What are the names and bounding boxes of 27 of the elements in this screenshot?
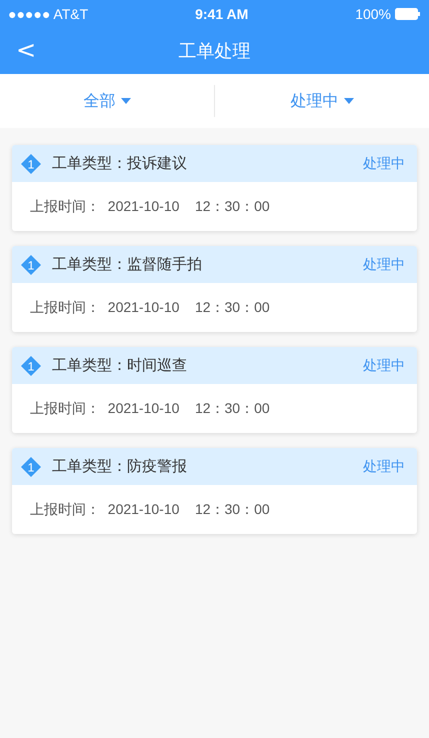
order-type: 工单类型：投诉建议 xyxy=(52,154,188,173)
order-card[interactable]: 1 工单类型：监督随手拍 处理中 上报时间： 2021-10-10 12：30：00 xyxy=(12,246,417,332)
battery-percent: 100% xyxy=(355,6,391,22)
carrier-text: ●●●●● AT&T xyxy=(8,6,88,22)
order-status: 处理中 xyxy=(363,356,405,374)
clock-text: 9:41 AM xyxy=(195,6,248,22)
order-status: 处理中 xyxy=(363,256,405,274)
order-type: 工单类型：监督随手拍 xyxy=(52,255,203,274)
caret-icon xyxy=(120,98,130,104)
report-time: 上报时间： 2021-10-10 12：30：00 xyxy=(30,400,270,418)
order-status: 处理中 xyxy=(363,154,405,172)
number-badge: 1 xyxy=(20,456,42,478)
battery-icon xyxy=(395,8,421,20)
number-badge: 1 xyxy=(20,152,42,174)
order-status: 处理中 xyxy=(363,458,405,476)
report-time: 上报时间： 2021-10-10 12：30：00 xyxy=(30,298,270,316)
number-badge: 1 xyxy=(20,354,42,376)
order-type: 工单类型：防疫警报 xyxy=(52,457,188,476)
report-time: 上报时间： 2021-10-10 12：30：00 xyxy=(30,198,270,216)
order-type: 工单类型：时间巡查 xyxy=(52,356,188,375)
order-card[interactable]: 1 工单类型：防疫警报 处理中 上报时间： 2021-10-10 12：30：00 xyxy=(12,448,417,534)
order-card[interactable]: 1 工单类型：投诉建议 处理中 上报时间： 2021-10-10 12：30：00 xyxy=(12,145,417,231)
report-time: 上报时间： 2021-10-10 12：30：00 xyxy=(30,500,270,518)
number-badge: 1 xyxy=(20,254,42,276)
caret-icon xyxy=(344,98,354,104)
page-title: 工单处理 xyxy=(178,40,250,63)
order-card[interactable]: 1 工单类型：时间巡查 处理中 上报时间： 2021-10-10 12：30：00 xyxy=(12,347,417,433)
